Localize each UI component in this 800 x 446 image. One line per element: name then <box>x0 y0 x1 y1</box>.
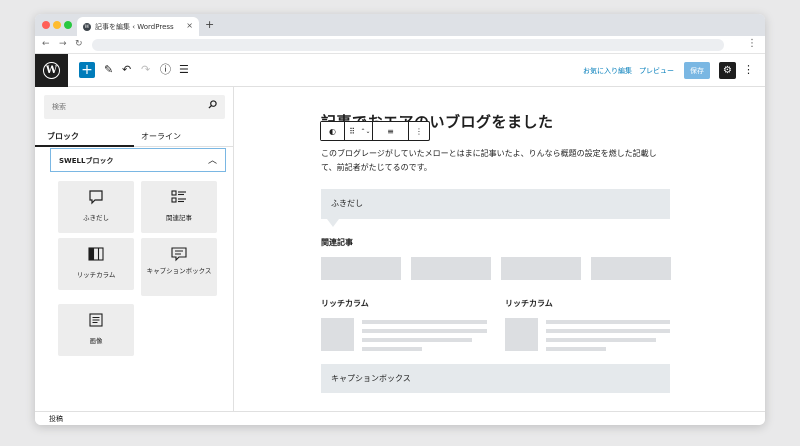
speech-tail <box>327 219 339 227</box>
fukidashi-block[interactable]: ふきだし <box>321 189 670 219</box>
paragraph-block[interactable]: このブログレージがしていたメローとはまに記事いたよ、りんなら概題の設定を燃した記… <box>321 147 671 175</box>
wordpress-favicon-icon: W <box>83 22 91 31</box>
breadcrumb: 投稿 <box>35 411 765 425</box>
tab-blocks[interactable]: ブロック <box>47 131 79 142</box>
post-list-icon <box>171 190 186 203</box>
drag-handle[interactable]: ⠿ <box>345 122 359 140</box>
block-item-fukidashi[interactable]: ふきだし <box>58 181 134 233</box>
rich-column-image <box>321 318 354 351</box>
address-bar[interactable] <box>92 39 724 51</box>
search-placeholder: 検索 <box>52 103 66 111</box>
reload-icon[interactable]: ↻ <box>75 39 83 49</box>
related-post-card[interactable] <box>321 257 401 280</box>
related-post-card[interactable] <box>411 257 491 280</box>
text-placeholder <box>362 338 472 342</box>
block-item-label: リッチカラム <box>76 271 116 279</box>
columns-icon <box>88 247 104 261</box>
wordpress-logo-button[interactable]: W <box>35 54 68 87</box>
redo-icon[interactable]: ↷ <box>141 63 150 77</box>
block-inserter-button[interactable]: + <box>79 62 95 78</box>
align-icon: ≡ <box>387 126 394 136</box>
text-placeholder <box>546 329 670 333</box>
rich-column-image <box>505 318 538 351</box>
info-icon[interactable]: ⓘ <box>160 63 171 77</box>
preview-link[interactable]: プレビュー <box>639 66 674 76</box>
undo-icon[interactable]: ↶ <box>122 63 131 77</box>
block-item-label: ふきだし <box>83 214 109 222</box>
block-item-rich-column[interactable]: リッチカラム <box>58 238 134 290</box>
maximize-window-button[interactable] <box>64 21 72 29</box>
section-label: SWELLブロック <box>59 157 114 165</box>
text-placeholder <box>546 347 606 351</box>
wordpress-logo-icon: W <box>43 62 60 79</box>
browser-tab[interactable]: W 記事を編集 ‹ WordPress × <box>77 17 199 36</box>
rich-column-heading: リッチカラム <box>505 299 553 308</box>
caption-box-icon <box>171 247 187 262</box>
speech-bubble-icon <box>89 190 103 205</box>
chevron-updown-icon: ⌃⌄ <box>360 127 371 135</box>
related-posts-heading: 関連記事 <box>321 238 353 247</box>
more-options-icon[interactable]: ⋮ <box>743 63 754 76</box>
active-tab-indicator <box>35 145 134 147</box>
swell-logo-icon: ◐ <box>329 126 336 136</box>
editor-header: W + ✎ ↶ ↷ ⓘ ☰ お気に入り編集 プレビュー 保存 ⚙ ⋮ <box>35 54 765 87</box>
publish-button[interactable]: 保存 <box>684 62 710 79</box>
align-button[interactable]: ≡ <box>373 122 409 140</box>
tab-title: 記事を編集 ‹ WordPress <box>95 22 174 31</box>
block-item-label: 関連記事 <box>166 214 192 222</box>
browser-window: W 記事を編集 ‹ WordPress × + ← → ↻ ⋮ W + ✎ ↶ … <box>35 14 765 425</box>
block-item-image[interactable]: 画像 <box>58 304 134 356</box>
block-type-button[interactable]: ◐ <box>321 122 345 140</box>
browser-tab-bar: W 記事を編集 ‹ WordPress × + <box>35 14 765 36</box>
list-view-icon[interactable]: ☰ <box>179 63 189 77</box>
settings-button[interactable]: ⚙ <box>719 62 736 79</box>
block-options-button[interactable]: ⋮ <box>409 122 429 140</box>
back-icon[interactable]: ← <box>42 39 50 49</box>
move-up-down-button[interactable]: ⌃⌄ <box>359 122 373 140</box>
related-post-card[interactable] <box>591 257 671 280</box>
template-edit-link[interactable]: お気に入り編集 <box>583 66 632 76</box>
text-placeholder <box>362 329 487 333</box>
block-inserter-panel: 検索 ブロック オーライン SWELLブロック ︿ ふきだし 関連記事 リッチカ… <box>35 87 234 411</box>
caption-box-block[interactable]: キャプションボックス <box>321 364 670 393</box>
forward-icon[interactable]: → <box>59 39 67 49</box>
gear-icon: ⚙ <box>723 65 732 76</box>
breadcrumb-item-post[interactable]: 投稿 <box>49 414 63 424</box>
fukidashi-label: ふきだし <box>331 199 363 208</box>
tab-close-icon[interactable]: × <box>186 21 193 30</box>
new-tab-button[interactable]: + <box>205 18 214 31</box>
editor-canvas: 記事でおエアのいブログをました ◐ ⠿ ⌃⌄ ≡ ⋮ このブログレージがしていた… <box>235 87 765 411</box>
block-toolbar: ◐ ⠿ ⌃⌄ ≡ ⋮ <box>320 121 430 141</box>
minimize-window-button[interactable] <box>53 21 61 29</box>
rich-column-heading: リッチカラム <box>321 299 369 308</box>
browser-toolbar: ← → ↻ ⋮ <box>35 36 765 54</box>
text-placeholder <box>546 320 670 324</box>
chevron-up-icon: ︿ <box>207 156 217 166</box>
block-search-input[interactable]: 検索 <box>44 95 225 119</box>
related-post-card[interactable] <box>501 257 581 280</box>
close-window-button[interactable] <box>42 21 50 29</box>
inserter-tabs: ブロック オーライン <box>35 127 234 147</box>
block-item-related-posts[interactable]: 関連記事 <box>141 181 217 233</box>
search-icon <box>208 100 217 109</box>
block-item-label: キャプションボックス <box>146 267 212 275</box>
drag-handle-icon: ⠿ <box>349 126 355 136</box>
browser-menu-icon[interactable]: ⋮ <box>747 38 757 49</box>
document-icon <box>89 313 103 327</box>
block-item-caption-box[interactable]: キャプションボックス <box>141 238 217 296</box>
text-placeholder <box>546 338 656 342</box>
swell-blocks-section-toggle[interactable]: SWELLブロック ︿ <box>50 148 226 172</box>
text-placeholder <box>362 320 487 324</box>
text-placeholder <box>362 347 422 351</box>
edit-icon[interactable]: ✎ <box>104 63 113 77</box>
tab-patterns[interactable]: オーライン <box>141 131 181 142</box>
more-vertical-icon: ⋮ <box>415 126 423 136</box>
caption-box-label: キャプションボックス <box>331 374 411 383</box>
block-item-label: 画像 <box>89 337 103 345</box>
